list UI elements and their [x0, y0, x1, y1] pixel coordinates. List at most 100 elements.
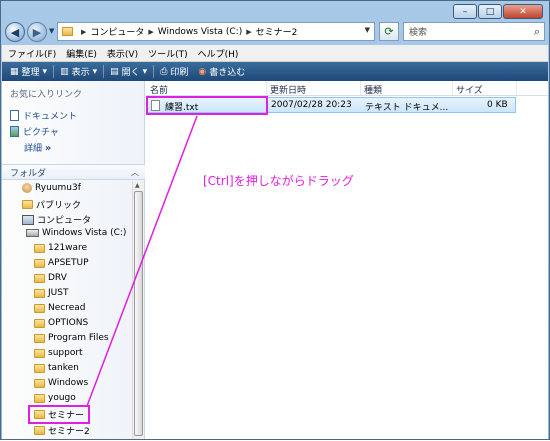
organize-label: 整理	[21, 68, 40, 78]
arrow-left-icon: ◀	[10, 25, 20, 39]
arrow-right-icon: ▶	[32, 25, 42, 39]
views-button[interactable]: ▥ 表示 ▾	[56, 65, 101, 79]
forward-button[interactable]: ▶	[27, 22, 47, 42]
tree-item-folder[interactable]: Program Files	[34, 333, 109, 343]
documents-icon	[10, 110, 19, 121]
burn-button[interactable]: ◉ 書き込む	[194, 65, 249, 79]
back-button[interactable]: ◀	[5, 22, 25, 42]
divider	[103, 65, 105, 78]
folder-icon	[34, 243, 45, 253]
drive-icon	[26, 229, 39, 237]
tree-item-label: Windows Vista (C:)	[42, 228, 127, 238]
close-button[interactable]: ✕	[503, 4, 543, 19]
column-divider[interactable]	[360, 81, 361, 95]
tree-item-folder[interactable]: tanken	[34, 363, 79, 373]
tree-item-label: Necread	[48, 303, 86, 313]
refresh-icon: ⟳	[384, 25, 394, 38]
window-caption-buttons: – □ ✕	[453, 4, 543, 19]
tree-item-folder[interactable]: Windows	[34, 378, 88, 388]
scroll-up-icon[interactable]: ▲	[135, 182, 140, 189]
menu-help[interactable]: ヘルプ(H)	[198, 47, 239, 60]
minimize-button[interactable]: –	[453, 4, 477, 19]
tree-item-folder[interactable]: Necread	[34, 303, 86, 313]
breadcrumb-separator[interactable]: ▶	[81, 28, 86, 36]
chevron-down-icon: ▾	[42, 66, 48, 77]
tree-item-folder[interactable]: OPTIONS	[34, 318, 88, 328]
tree-item-user[interactable]: Ryuumu3f	[22, 183, 81, 193]
views-label: 表示	[71, 68, 90, 78]
favorite-pictures-label: ピクチャ	[23, 128, 59, 138]
search-icon[interactable]: ⌕	[534, 25, 540, 39]
column-divider[interactable]	[452, 81, 453, 95]
double-chevron-icon: »	[44, 143, 52, 154]
divider	[53, 65, 55, 78]
folder-icon	[34, 393, 45, 403]
disc-icon: ◉	[198, 66, 207, 77]
tree-item-seminar2[interactable]: セミナー2	[34, 424, 90, 437]
column-header-row: 名前 更新日時 種類 サイズ	[146, 81, 548, 96]
open-button[interactable]: ▤ 開く ▾	[106, 65, 151, 79]
address-dropdown-icon[interactable]: ▼	[365, 26, 370, 34]
folder-tree-scrollbar[interactable]: ▲	[132, 181, 144, 439]
printer-icon: ⎙	[160, 66, 168, 77]
tree-item-seminar-highlighted[interactable]: セミナー	[27, 405, 91, 424]
tree-item-computer[interactable]: コンピュータ	[22, 213, 91, 226]
tree-item-folder[interactable]: APSETUP	[34, 258, 89, 268]
breadcrumb-current-folder[interactable]: セミナー2	[256, 25, 298, 38]
tree-item-public[interactable]: パブリック	[22, 198, 81, 211]
breadcrumb-separator[interactable]: ▶	[246, 28, 251, 36]
tree-item-label: yougo	[48, 393, 76, 403]
breadcrumb-separator[interactable]: ▶	[148, 28, 153, 36]
tree-item-folder[interactable]: JUST	[34, 288, 68, 298]
folder-icon	[34, 333, 45, 343]
menu-file[interactable]: ファイル(F)	[8, 47, 56, 60]
favorite-documents[interactable]: ドキュメント	[10, 109, 77, 122]
column-name[interactable]: 名前	[150, 83, 168, 96]
open-icon: ▤	[110, 66, 119, 77]
folders-header[interactable]: フォルダ ︿	[2, 164, 145, 180]
tree-item-label: APSETUP	[48, 258, 89, 268]
print-button[interactable]: ⎙ 印刷	[156, 65, 192, 79]
folder-icon	[34, 363, 45, 373]
pictures-icon	[10, 126, 19, 137]
command-bar: ▦ 整理 ▾ ▥ 表示 ▾ ▤ 開く ▾ ⎙ 印刷 ◉ 書き込む	[2, 62, 548, 81]
tree-item-folder[interactable]: support	[34, 348, 83, 358]
menu-view[interactable]: 表示(V)	[107, 47, 138, 60]
tree-item-label: Program Files	[48, 333, 109, 343]
folder-icon	[34, 273, 45, 283]
menu-edit[interactable]: 編集(E)	[66, 47, 97, 60]
folder-icon	[34, 318, 45, 328]
breadcrumb-computer[interactable]: コンピュータ	[90, 25, 144, 38]
tree-item-drive-c[interactable]: Windows Vista (C:)	[26, 228, 126, 238]
menu-tools[interactable]: ツール(T)	[148, 47, 188, 60]
favorite-pictures[interactable]: ピクチャ	[10, 125, 59, 138]
more-links-button[interactable]: 詳細 »	[24, 141, 51, 154]
tree-item-folder[interactable]: DRV	[34, 273, 67, 283]
maximize-button[interactable]: □	[478, 4, 502, 19]
column-modified[interactable]: 更新日時	[270, 83, 306, 96]
column-divider[interactable]	[266, 81, 267, 95]
open-label: 開く	[121, 68, 140, 78]
scrollbar-thumb[interactable]	[134, 191, 143, 436]
tree-item-folder[interactable]: yougo	[34, 393, 76, 403]
navigation-pane: お気に入りリンク ドキュメント ピクチャ 詳細 » フォルダ ︿ Ryuumu3…	[2, 81, 145, 439]
recent-pages-dropdown[interactable]: ▼	[49, 27, 54, 35]
menu-bar: ファイル(F) 編集(E) 表示(V) ツール(T) ヘルプ(H)	[2, 45, 548, 62]
explorer-window: – □ ✕ ◀ ▶ ▼ ▶ コンピュータ ▶ Windows Vista (C:…	[0, 0, 550, 440]
chevron-down-icon: ▾	[92, 66, 98, 77]
address-bar[interactable]: ▶ コンピュータ ▶ Windows Vista (C:) ▶ セミナー2 ▼	[57, 22, 375, 41]
folder-icon	[34, 378, 45, 388]
organize-button[interactable]: ▦ 整理 ▾	[6, 65, 51, 79]
search-placeholder: 検索	[409, 28, 428, 38]
tree-item-label: セミナー2	[48, 427, 90, 437]
refresh-button[interactable]: ⟳	[379, 22, 399, 41]
folder-icon	[34, 426, 45, 435]
search-input[interactable]: 検索 ⌕	[403, 22, 545, 41]
views-icon: ▥	[60, 66, 69, 77]
file-modified: 2007/02/28 20:23	[271, 100, 352, 110]
column-divider[interactable]	[516, 81, 517, 95]
tree-item-folder[interactable]: 121ware	[34, 243, 87, 253]
column-type[interactable]: 種類	[364, 83, 382, 96]
column-size[interactable]: サイズ	[456, 83, 483, 96]
breadcrumb-drive[interactable]: Windows Vista (C:)	[158, 27, 242, 37]
